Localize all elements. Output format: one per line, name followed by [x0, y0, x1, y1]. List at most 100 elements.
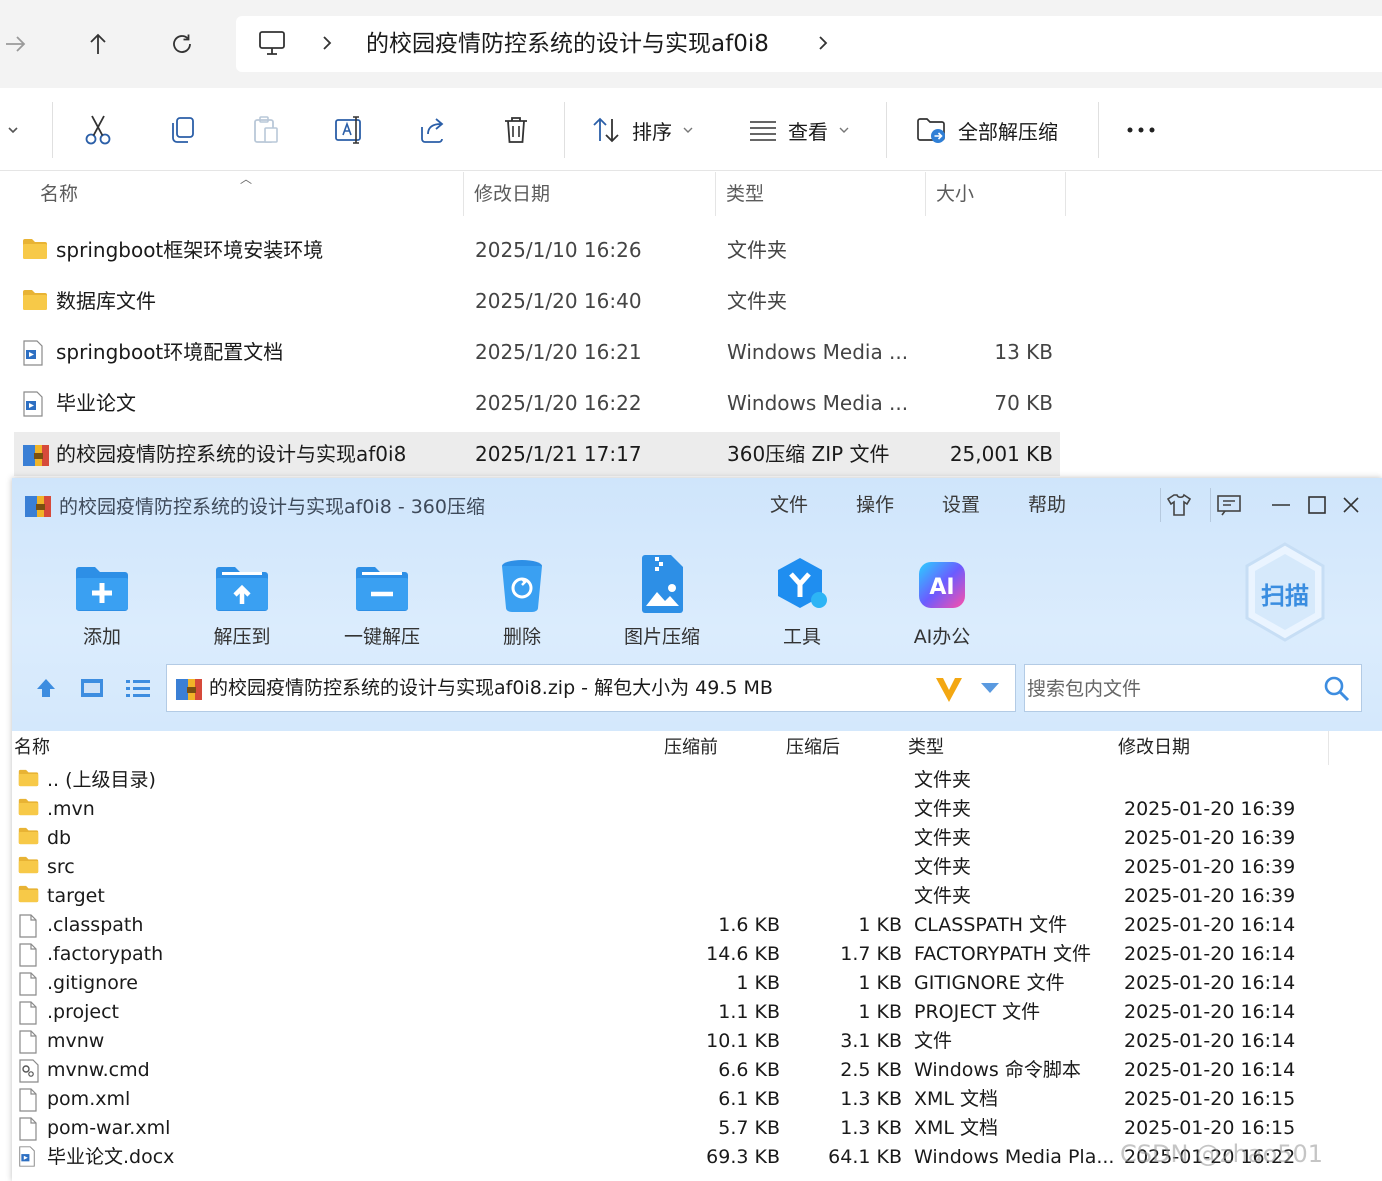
- archive-entry-row[interactable]: mvnw.cmd 6.6 KB 2.5 KB Windows 命令脚本 2025-01-…: [12, 1056, 1382, 1085]
- folder-icon: [18, 798, 39, 816]
- search-input[interactable]: [1025, 665, 1319, 713]
- svg-text:AI: AI: [929, 575, 954, 600]
- breadcrumb-current-folder[interactable]: 的校园疫情防控系统的设计与实现af0i8: [366, 28, 769, 60]
- media-doc-icon: [22, 340, 44, 366]
- archive-entry-row[interactable]: src 文件夹 2025-01-20 16:39: [12, 853, 1382, 882]
- entry-type: PROJECT 文件: [914, 1001, 1041, 1023]
- archive-entry-row[interactable]: .mvn 文件夹 2025-01-20 16:39: [12, 795, 1382, 824]
- archive-entry-row[interactable]: target 文件夹 2025-01-20 16:39: [12, 882, 1382, 911]
- file-type: 360压缩 ZIP 文件: [727, 442, 890, 466]
- menu-help[interactable]: 帮助: [1028, 490, 1066, 517]
- feedback-button[interactable]: [1212, 488, 1246, 522]
- copy-icon: [172, 117, 194, 143]
- menu-file[interactable]: 文件: [770, 490, 808, 517]
- entry-size-after: 1.3 KB: [840, 1088, 902, 1110]
- recycle-bin-icon: [502, 560, 542, 612]
- archive-entry-row[interactable]: pom-war.xml 5.7 KB 1.3 KB XML 文档 2025-01-20 …: [12, 1114, 1382, 1143]
- new-dropdown-button[interactable]: [6, 110, 20, 150]
- add-button[interactable]: 添加: [42, 548, 162, 649]
- ai-office-button[interactable]: AI AI办公: [882, 548, 1002, 649]
- archive-entry-row[interactable]: db 文件夹 2025-01-20 16:39: [12, 824, 1382, 853]
- column-header-modified[interactable]: 修改日期: [464, 172, 716, 216]
- column-header-type[interactable]: 类型: [716, 172, 926, 216]
- archive-entry-row[interactable]: .factorypath 14.6 KB 1.7 KB FACTORYPATH 文件 2…: [12, 940, 1382, 969]
- extract-to-label: 解压到: [213, 626, 271, 648]
- this-pc-icon[interactable]: [258, 30, 286, 56]
- file-row[interactable]: 毕业论文 2025/1/20 16:22 Windows Media ... 70 K…: [14, 381, 1060, 425]
- chevron-right-icon[interactable]: [320, 32, 334, 54]
- skin-button[interactable]: [1162, 488, 1196, 522]
- maximize-button[interactable]: [1300, 488, 1334, 522]
- archive-entry-row[interactable]: .gitignore 1 KB 1 KB GITIGNORE 文件 2025-01-20…: [12, 969, 1382, 998]
- sort-button[interactable]: 排序: [592, 110, 694, 150]
- cmd-script-icon: [18, 1059, 40, 1083]
- extract-all-button[interactable]: 全部解压缩: [916, 110, 1058, 150]
- share-button[interactable]: [418, 110, 448, 150]
- one-click-extract-button[interactable]: 一键解压: [322, 548, 442, 649]
- menu-settings[interactable]: 设置: [942, 490, 980, 517]
- thumbnail-view-icon: [81, 679, 103, 697]
- zip-archive-icon: [22, 442, 50, 468]
- divider: [1210, 488, 1211, 522]
- archive-entry-row[interactable]: pom.xml 6.1 KB 1.3 KB XML 文档 2025-01-20 16:1…: [12, 1085, 1382, 1114]
- thumbnail-view-button[interactable]: [76, 672, 108, 704]
- delete-button[interactable]: [502, 110, 530, 150]
- image-compress-button[interactable]: 图片压缩: [602, 548, 722, 649]
- archive-entry-row[interactable]: mvnw 10.1 KB 3.1 KB 文件 2025-01-20 16:14: [12, 1027, 1382, 1056]
- image-compress-label: 图片压缩: [623, 626, 700, 648]
- close-icon: [1343, 497, 1359, 513]
- search-icon[interactable]: [1323, 675, 1351, 703]
- archive-entry-row[interactable]: .project 1.1 KB 1 KB PROJECT 文件 2025-01-20 1…: [12, 998, 1382, 1027]
- file-row[interactable]: 数据库文件 2025/1/20 16:40 文件夹: [14, 279, 1060, 323]
- copy-button[interactable]: [168, 110, 196, 150]
- entry-modified: 2025-01-20 16:14: [1124, 914, 1296, 936]
- column-header-modified[interactable]: 修改日期: [1118, 731, 1190, 765]
- scissors-icon: [85, 115, 111, 145]
- archive-entry-row[interactable]: .. (上级目录) 文件夹: [12, 766, 1382, 795]
- zip-archive-icon: [175, 676, 203, 702]
- column-header-size[interactable]: 大小: [926, 172, 1066, 216]
- parent-directory-button[interactable]: [30, 672, 62, 704]
- archive-path-field[interactable]: 的校园疫情防控系统的设计与实现af0i8.zip - 解包大小为 49.5 MB: [166, 664, 1016, 712]
- entry-name: .gitignore: [47, 972, 138, 994]
- list-view-button[interactable]: [122, 672, 154, 704]
- search-field[interactable]: [1024, 664, 1362, 713]
- column-header-name[interactable]: 名称: [30, 172, 464, 216]
- archive-entry-row[interactable]: .classpath 1.6 KB 1 KB CLASSPATH 文件 2025-01-…: [12, 911, 1382, 940]
- delete-entry-button[interactable]: 删除: [462, 548, 582, 649]
- file-row[interactable]: 的校园疫情防控系统的设计与实现af0i8 2025/1/21 17:17 360压缩…: [14, 432, 1060, 476]
- file-row[interactable]: springboot框架环境安装环境 2025/1/10 16:26 文件夹: [14, 228, 1060, 272]
- refresh-button[interactable]: [162, 24, 202, 64]
- minimize-button[interactable]: [1264, 488, 1298, 522]
- more-options-button[interactable]: [1126, 110, 1156, 150]
- tools-button[interactable]: 工具: [742, 548, 862, 649]
- scan-button[interactable]: 扫描: [1240, 540, 1330, 644]
- cut-button[interactable]: [84, 110, 112, 150]
- dropdown-arrow-icon[interactable]: [979, 681, 1001, 695]
- column-header-type[interactable]: 类型: [908, 731, 944, 765]
- scan-label: 扫描: [1261, 582, 1309, 610]
- extract-to-button[interactable]: 解压到: [182, 548, 302, 649]
- forward-button[interactable]: [0, 24, 36, 64]
- view-button[interactable]: 查看: [748, 110, 850, 150]
- tools-label: 工具: [782, 626, 821, 648]
- rename-button[interactable]: [334, 110, 366, 150]
- divider: [886, 102, 887, 158]
- column-header-after[interactable]: 压缩后: [786, 731, 840, 765]
- up-button[interactable]: [78, 24, 118, 64]
- column-header-name[interactable]: 名称: [14, 731, 50, 765]
- entry-size-before: 6.6 KB: [718, 1059, 780, 1081]
- tshirt-icon: [1166, 493, 1192, 516]
- chevron-right-icon[interactable]: [816, 32, 830, 54]
- close-button[interactable]: [1334, 488, 1368, 522]
- file-row[interactable]: springboot环境配置文档 2025/1/20 16:21 Windows M…: [14, 330, 1060, 374]
- menu-operation[interactable]: 操作: [856, 490, 894, 517]
- entry-size-before: 1 KB: [736, 972, 780, 994]
- history-v-icon[interactable]: [933, 674, 965, 704]
- paste-button[interactable]: [252, 110, 280, 150]
- entry-name: .project: [47, 1001, 119, 1023]
- media-doc-icon: [18, 1146, 36, 1167]
- divider: [1160, 488, 1161, 522]
- address-bar[interactable]: 的校园疫情防控系统的设计与实现af0i8: [236, 16, 1382, 72]
- column-header-before[interactable]: 压缩前: [664, 731, 718, 765]
